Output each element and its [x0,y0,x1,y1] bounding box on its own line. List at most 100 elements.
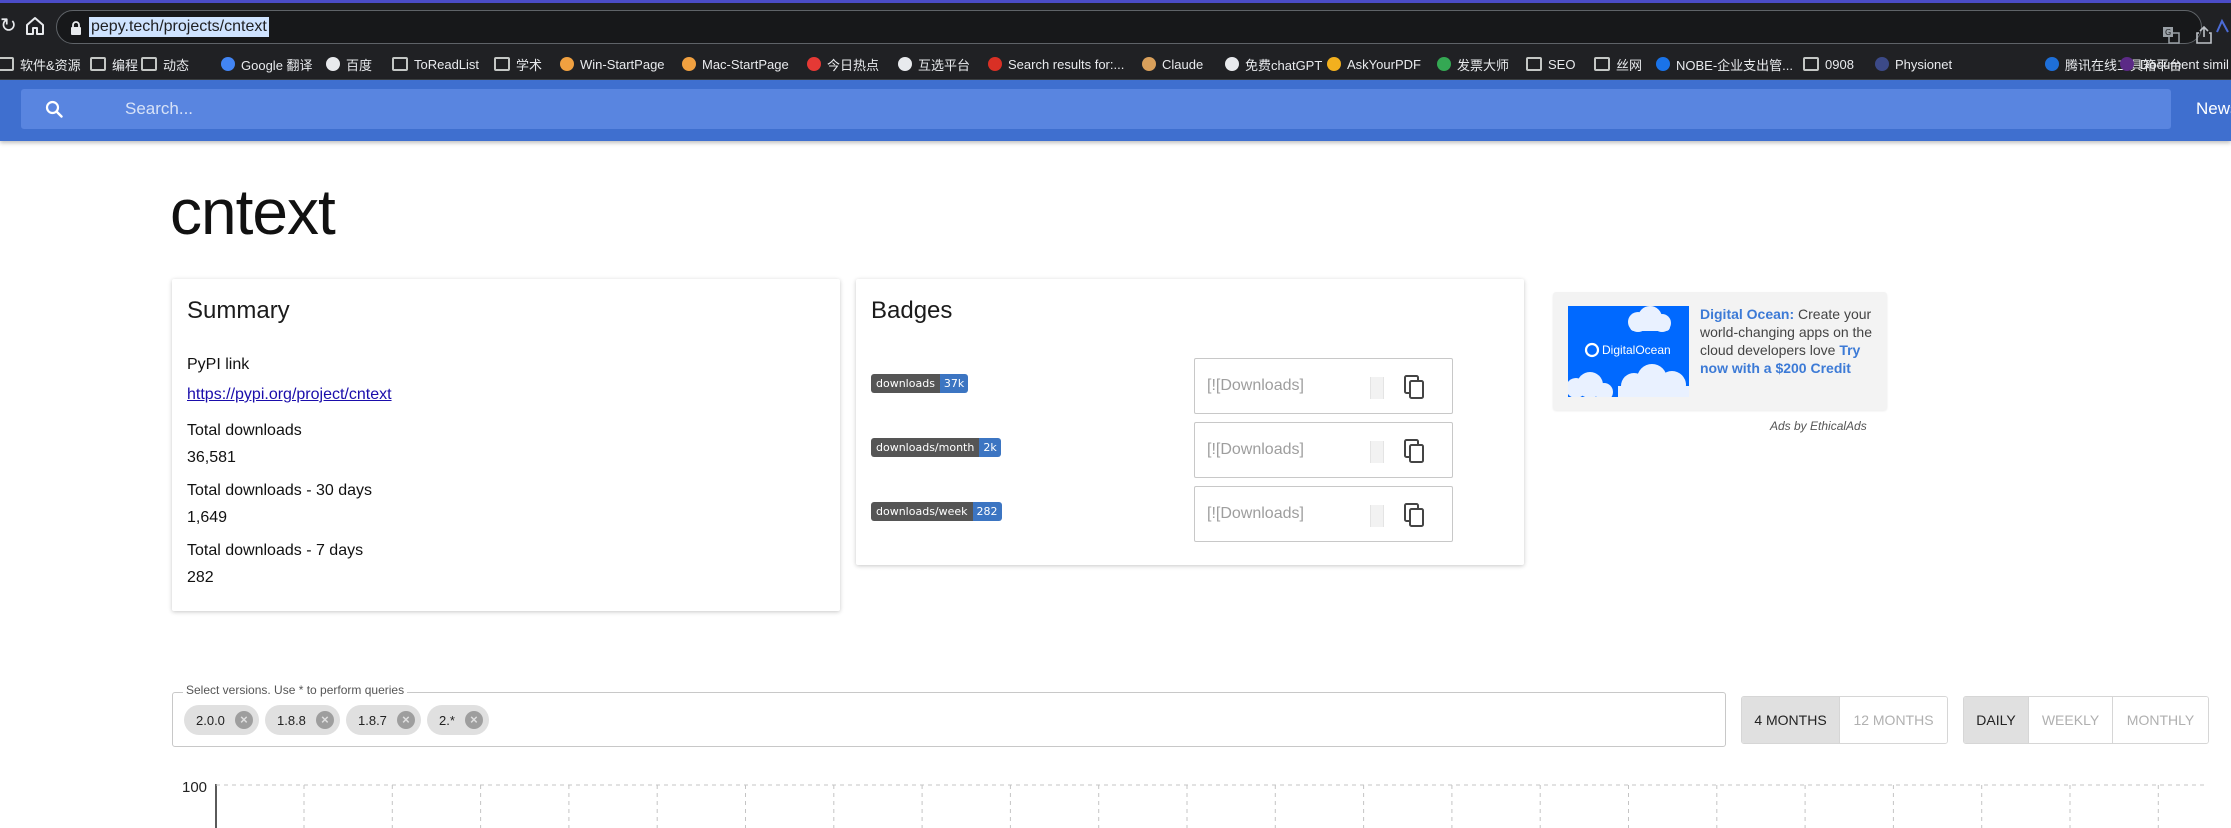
bookmark-item[interactable]: 发票大师 [1437,48,1509,79]
w-logo-icon [2120,57,2134,71]
remove-chip-icon[interactable]: × [464,711,483,729]
weekly-button[interactable]: WEEKLY [2029,697,2113,743]
extension-icon[interactable] [2214,18,2231,36]
bookmark-label: Search results for:... [1008,56,1125,72]
ad-box[interactable]: DigitalOcean Digital Ocean: Create your … [1553,292,1887,410]
bookmark-label: 百度 [346,57,373,73]
monthly-button[interactable]: MONTHLY [2113,697,2208,743]
ad-headline[interactable]: Digital Ocean: [1700,306,1794,322]
markdown-text[interactable]: [![Downloads] [1207,505,1304,523]
ad-logo-text: DigitalOcean [1602,343,1671,357]
browser-toolbar: ↻ pepy.tech/projects/cntext G ☆ [0,0,2231,48]
folder-icon [1803,57,1819,71]
ad-attribution[interactable]: Ads by EthicalAds [1770,419,1867,433]
physionet-icon [1875,57,1889,71]
downloads-chart [215,784,2205,828]
versions-label: Select versions. Use * to perform querie… [183,683,408,697]
summary-card: Summary PyPI link https://pypi.org/proje… [172,279,840,611]
markdown-field[interactable]: [![Downloads] [1194,422,1453,478]
version-chip[interactable]: 1.8.7 × [346,705,421,735]
downloads-30-days-value: 1,649 [187,509,228,526]
folder-icon [392,57,408,71]
folder-icon [141,57,157,71]
bookmark-label: ToReadList [414,56,480,72]
folder-icon [1526,57,1542,71]
share-icon[interactable] [2195,25,2213,45]
bookmark-label: 0908 [1825,56,1854,72]
downloads-badge: downloads 37k [871,374,969,393]
bookmark-label: 互选平台 [918,57,971,73]
address-bar[interactable]: pepy.tech/projects/cntext G ☆ [56,10,2231,44]
downloads-7-days-label: Total downloads - 7 days [187,542,364,559]
markdown-field[interactable]: [![Downloads] [1194,486,1453,542]
badge-label: downloads/month [871,438,980,457]
bookmark-item[interactable]: NOBE-企业支出管... [1656,48,1793,79]
lock-icon[interactable] [69,20,83,36]
bookmark-label: 学术 [516,57,543,73]
bookmark-item[interactable]: 软件&资源 [0,48,81,79]
copy-icon[interactable] [1403,438,1425,464]
digitalocean-ad-image[interactable]: DigitalOcean [1568,306,1689,397]
search-box[interactable] [21,89,2171,129]
bookmark-label: AskYourPDF [1347,56,1421,72]
remove-chip-icon[interactable]: × [315,711,334,729]
range-4-months-button[interactable]: 4 MONTHS [1742,697,1840,743]
granularity-toggle: DAILY WEEKLY MONTHLY [1963,696,2209,744]
bookmark-item[interactable]: 百度 [326,48,373,79]
bookmark-item[interactable]: 今日热点 [807,48,879,79]
remove-chip-icon[interactable]: × [396,711,415,729]
bookmark-item[interactable]: Mac-StartPage [682,48,789,79]
svg-text:G: G [2165,28,2171,37]
bookmark-item[interactable]: Document simil [2120,48,2229,79]
bookmark-label: 丝网 [1616,57,1643,73]
daily-button[interactable]: DAILY [1964,697,2029,743]
bookmark-label: Google 翻译 [241,57,313,73]
remove-chip-icon[interactable]: × [234,711,253,729]
url-text[interactable]: pepy.tech/projects/cntext [89,17,269,37]
bookmark-item[interactable]: Claude [1142,48,1203,79]
bookmark-item[interactable]: 0908 [1803,48,1854,79]
site-header: News [0,80,2231,141]
copy-icon[interactable] [1403,502,1425,528]
total-downloads-label: Total downloads [187,422,302,439]
reload-icon[interactable]: ↻ [0,16,17,36]
badges-title: Badges [871,297,953,324]
markdown-text[interactable]: [![Downloads] [1207,377,1304,395]
bookmark-item[interactable]: SEO [1526,48,1575,79]
news-link[interactable]: News [2196,99,2231,119]
bookmark-item[interactable]: ToReadList [392,48,480,79]
bookmark-item[interactable]: Win-StartPage [560,48,665,79]
search-icon[interactable] [45,100,63,118]
version-chip-label: 2.* [439,712,455,728]
version-chip[interactable]: 2.0.0 × [184,705,259,735]
search-input[interactable] [125,97,1025,121]
bookmark-item[interactable]: AskYourPDF [1327,48,1421,79]
nobe-icon [1656,57,1670,71]
field-divider [1370,505,1384,527]
askyourpdf-icon [1327,57,1341,71]
bookmark-item[interactable]: 动态 [141,48,189,79]
copy-icon[interactable] [1403,374,1425,400]
ad-text[interactable]: Digital Ocean: Create your world-changin… [1700,305,1880,377]
translate-icon[interactable]: G [2162,26,2180,44]
version-chip[interactable]: 1.8.8 × [265,705,340,735]
tencent-icon [2045,57,2059,71]
badges-card: Badges downloads 37k [![Downloads] downl… [856,279,1524,565]
bookmark-item[interactable]: Google 翻译 [221,48,313,79]
pypi-link[interactable]: https://pypi.org/project/cntext [187,386,392,404]
button-label: 12 MONTHS [1853,712,1934,728]
markdown-text[interactable]: [![Downloads] [1207,441,1304,459]
bookmark-item[interactable]: 编程 [90,48,138,79]
badge-value: 37k [939,374,969,393]
markdown-field[interactable]: [![Downloads] [1194,358,1453,414]
bookmark-item[interactable]: 丝网 [1594,48,1643,79]
range-12-months-button[interactable]: 12 MONTHS [1840,697,1947,743]
bookmark-item[interactable]: 免费chatGPT [1225,48,1322,79]
bookmark-item[interactable]: 互选平台 [898,48,971,79]
bookmark-item[interactable]: 学术 [494,48,543,79]
home-icon[interactable] [24,15,46,37]
versions-select[interactable]: 2.0.0 × 1.8.8 × 1.8.7 × 2.* × [172,692,1726,747]
bookmark-item[interactable]: Search results for:... [988,48,1125,79]
bookmark-item[interactable]: Physionet [1875,48,1952,79]
version-chip[interactable]: 2.* × [427,705,489,735]
